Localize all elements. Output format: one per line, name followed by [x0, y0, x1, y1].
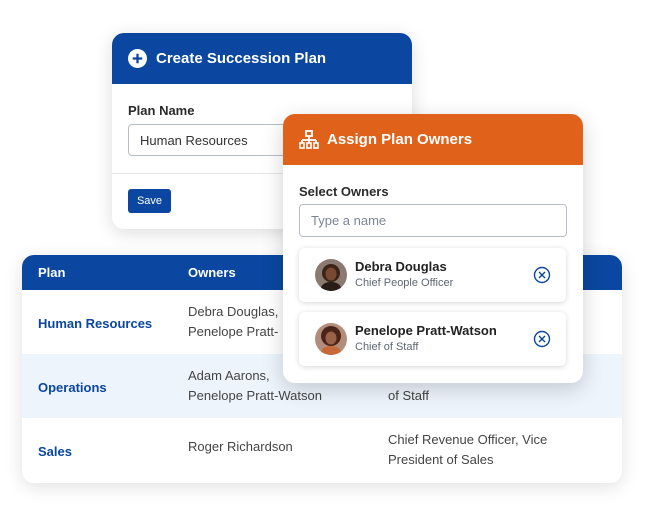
selected-owner-chip: Debra Douglas Chief People Officer: [299, 248, 566, 302]
dialog-title: Assign Plan Owners: [327, 131, 473, 148]
owner-name: Penelope Pratt-Watson: [355, 323, 497, 338]
dialog-title: Create Succession Plan: [156, 50, 327, 67]
plus-circle-icon: [128, 49, 147, 68]
table-row[interactable]: Sales Roger Richardson Chief Revenue Off…: [22, 418, 622, 482]
owner-role: Chief People Officer: [355, 277, 454, 289]
column-header-plan: Plan: [38, 265, 66, 280]
owner-titles-cell: of Staff: [388, 388, 429, 403]
assign-plan-owners-dialog: Assign Plan Owners Select Owners Debra D…: [283, 114, 583, 383]
owner-role: Chief of Staff: [355, 341, 419, 353]
owners-cell: Roger Richardson: [188, 439, 293, 454]
save-button[interactable]: Save: [128, 189, 171, 213]
avatar: [315, 259, 347, 291]
column-header-owners: Owners: [188, 265, 236, 280]
selected-owner-chip: Penelope Pratt-Watson Chief of Staff: [299, 312, 566, 366]
owner-name: Debra Douglas: [355, 259, 447, 274]
remove-circle-icon[interactable]: [533, 330, 551, 348]
remove-circle-icon[interactable]: [533, 266, 551, 284]
dialog-header: Create Succession Plan: [112, 33, 412, 84]
owner-search-input[interactable]: [299, 204, 567, 237]
plan-name-cell[interactable]: Operations: [38, 380, 107, 395]
owner-titles-cell: Chief Revenue Officer, Vice President of…: [388, 432, 548, 467]
owners-cell: Debra Douglas, Penelope Pratt-: [188, 304, 279, 339]
select-owners-label: Select Owners: [299, 184, 389, 199]
plan-name-cell[interactable]: Human Resources: [38, 316, 152, 331]
plan-name-cell[interactable]: Sales: [38, 444, 72, 459]
dialog-header: Assign Plan Owners: [283, 114, 583, 165]
org-chart-icon: [299, 130, 319, 149]
avatar: [315, 323, 347, 355]
plan-name-label: Plan Name: [128, 103, 195, 118]
